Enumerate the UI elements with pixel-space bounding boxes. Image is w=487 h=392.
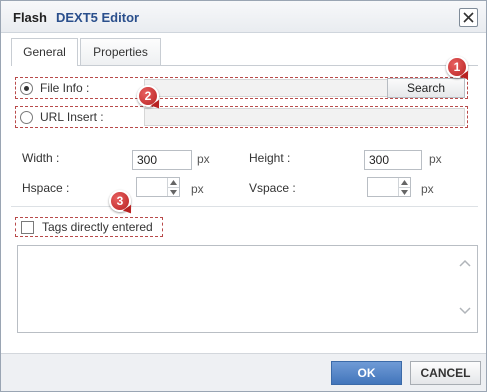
ok-button[interactable]: OK [331, 361, 402, 385]
file-info-radio[interactable] [20, 82, 33, 95]
height-input[interactable]: 300 [364, 150, 422, 170]
tags-direct-checkbox[interactable] [21, 221, 34, 234]
hspace-up-button[interactable] [168, 178, 179, 187]
height-label: Height : [249, 151, 291, 165]
hspace-unit: px [191, 182, 204, 196]
vspace-up-button[interactable] [399, 178, 410, 187]
chevron-up-icon [170, 180, 177, 185]
chevron-down-icon[interactable] [459, 307, 471, 315]
file-info-field [144, 79, 388, 97]
hspace-down-button[interactable] [168, 187, 179, 196]
chevron-up-icon[interactable] [459, 259, 471, 267]
dialog-title: Flash [13, 10, 47, 25]
url-input[interactable] [144, 108, 465, 126]
height-unit: px [429, 152, 442, 166]
file-info-row: File Info : Search [15, 77, 468, 99]
url-insert-radio[interactable] [20, 111, 33, 124]
url-insert-row: URL Insert : [15, 106, 468, 128]
callout-marker-1: 1 [446, 56, 468, 78]
section-divider [11, 206, 478, 207]
callout-marker-2: 2 [137, 85, 159, 107]
cancel-button[interactable]: CANCEL [410, 361, 481, 385]
tags-direct-label[interactable]: Tags directly entered [42, 220, 153, 234]
tab-general[interactable]: General [11, 38, 78, 66]
dialog-footer: OK CANCEL [1, 353, 486, 391]
tab-divider [11, 65, 478, 66]
chevron-down-icon [170, 190, 177, 195]
hspace-label: Hspace : [22, 181, 70, 195]
flash-dialog: Flash DEXT5 Editor General Properties Fi… [0, 0, 487, 392]
dialog-brand: DEXT5 Editor [56, 10, 140, 25]
title-bar: Flash DEXT5 Editor [1, 1, 486, 33]
chevron-down-icon [401, 190, 408, 195]
width-unit: px [197, 152, 210, 166]
vspace-down-button[interactable] [399, 187, 410, 196]
file-info-label: File Info : [40, 81, 90, 95]
vspace-stepper[interactable] [367, 177, 411, 197]
tags-direct-row: Tags directly entered [15, 217, 163, 237]
search-button[interactable]: Search [387, 78, 465, 98]
url-insert-label: URL Insert : [40, 110, 104, 124]
vspace-label: Vspace : [249, 181, 296, 195]
callout-marker-3: 3 [109, 190, 131, 212]
hspace-stepper[interactable] [136, 177, 180, 197]
tags-textarea[interactable] [17, 245, 478, 333]
chevron-up-icon [401, 180, 408, 185]
close-button[interactable] [459, 8, 478, 27]
vspace-unit: px [421, 182, 434, 196]
width-label: Width : [22, 151, 60, 165]
close-icon [463, 12, 474, 23]
tab-properties[interactable]: Properties [80, 38, 161, 65]
width-input[interactable]: 300 [132, 150, 192, 170]
